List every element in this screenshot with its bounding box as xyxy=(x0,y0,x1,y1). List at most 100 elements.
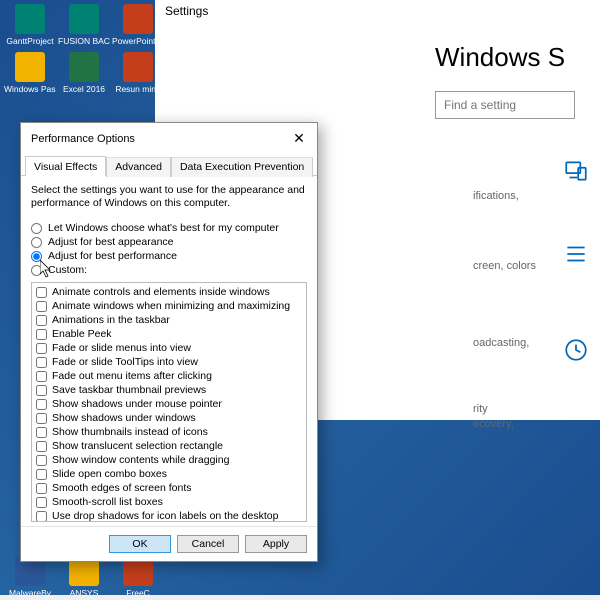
effect-checkbox[interactable] xyxy=(36,483,47,494)
settings-item-fragment: ifications, xyxy=(473,190,519,202)
desktop-icon-label: FreeC xyxy=(126,588,150,598)
effect-checkbox-row[interactable]: Smooth-scroll list boxes xyxy=(36,495,302,509)
effect-checkbox-row[interactable]: Show window contents while dragging xyxy=(36,453,302,467)
radio-input[interactable] xyxy=(31,265,42,276)
settings-window-title: Settings xyxy=(155,0,600,22)
dialog-close-button[interactable]: ✕ xyxy=(289,129,309,149)
effect-checkbox[interactable] xyxy=(36,455,47,466)
desktop-icon[interactable]: Excel 2016 xyxy=(58,50,110,96)
effect-checkbox-row[interactable]: Fade or slide menus into view xyxy=(36,341,302,355)
radio-option[interactable]: Adjust for best appearance xyxy=(31,236,307,248)
effect-checkbox-row[interactable]: Show shadows under mouse pointer xyxy=(36,397,302,411)
desktop-icon-label: ANSYS xyxy=(70,588,99,598)
effect-label: Fade out menu items after clicking xyxy=(52,369,212,383)
radio-option[interactable]: Adjust for best performance xyxy=(31,250,307,262)
effect-checkbox[interactable] xyxy=(36,413,47,424)
effect-checkbox-row[interactable]: Save taskbar thumbnail previews xyxy=(36,383,302,397)
effect-label: Smooth edges of screen fonts xyxy=(52,481,192,495)
effect-checkbox[interactable] xyxy=(36,469,47,480)
desktop-icons-top: GanttProjectFUSION BACKUPSPowerPoint 201… xyxy=(0,0,160,98)
effect-checkbox[interactable] xyxy=(36,441,47,452)
desktop-icon-label: FUSION BACKUPS xyxy=(58,36,110,46)
effect-checkbox-row[interactable]: Animate windows when minimizing and maxi… xyxy=(36,299,302,313)
radio-input[interactable] xyxy=(31,237,42,248)
app-icon xyxy=(69,52,99,82)
settings-item-fragment: ecovery, xyxy=(473,418,514,430)
radio-label: Adjust for best appearance xyxy=(48,236,174,248)
effect-checkbox-row[interactable]: Use drop shadows for icon labels on the … xyxy=(36,509,302,522)
effect-checkbox[interactable] xyxy=(36,329,47,340)
app-icon xyxy=(15,52,45,82)
performance-options-dialog: Performance Options ✕ Visual EffectsAdva… xyxy=(20,122,318,562)
effect-checkbox[interactable] xyxy=(36,511,47,522)
tab-advanced[interactable]: Advanced xyxy=(106,157,171,177)
settings-heading: Windows S xyxy=(435,42,600,73)
effect-checkbox[interactable] xyxy=(36,301,47,312)
desktop-icon-label: Windows Password K... xyxy=(4,84,56,94)
tab-data-execution-prevention[interactable]: Data Execution Prevention xyxy=(171,157,313,177)
radio-input[interactable] xyxy=(31,223,42,234)
dialog-title: Performance Options xyxy=(31,133,135,145)
settings-item-fragment: creen, colors xyxy=(473,260,536,272)
effect-checkbox[interactable] xyxy=(36,371,47,382)
effect-label: Use drop shadows for icon labels on the … xyxy=(52,509,278,522)
ok-button[interactable]: OK xyxy=(109,535,171,553)
desktop-icon[interactable]: FUSION BACKUPS xyxy=(58,2,110,48)
effect-label: Show thumbnails instead of icons xyxy=(52,425,208,439)
effect-checkbox-row[interactable]: Slide open combo boxes xyxy=(36,467,302,481)
app-icon xyxy=(69,4,99,34)
radio-label: Let Windows choose what's best for my co… xyxy=(48,222,279,234)
effect-checkbox-row[interactable]: Animations in the taskbar xyxy=(36,313,302,327)
radio-group: Let Windows choose what's best for my co… xyxy=(31,220,307,278)
effect-label: Slide open combo boxes xyxy=(52,467,167,481)
apply-button[interactable]: Apply xyxy=(245,535,307,553)
effect-checkbox-row[interactable]: Enable Peek xyxy=(36,327,302,341)
settings-item-fragment: oadcasting, xyxy=(473,337,529,349)
radio-label: Custom: xyxy=(48,264,87,276)
effect-checkbox-row[interactable]: Show translucent selection rectangle xyxy=(36,439,302,453)
effect-checkbox[interactable] xyxy=(36,385,47,396)
effect-checkbox[interactable] xyxy=(36,315,47,326)
app-icon xyxy=(123,4,153,34)
effect-checkbox-row[interactable]: Animate controls and elements inside win… xyxy=(36,285,302,299)
effects-checklist[interactable]: Animate controls and elements inside win… xyxy=(31,282,307,522)
desktop-icon-label: MalwareBy xyxy=(9,588,51,598)
settings-category[interactable]: Devices Bluetooth, printers, mouse xyxy=(563,158,600,213)
effect-label: Save taskbar thumbnail previews xyxy=(52,383,206,397)
effect-checkbox[interactable] xyxy=(36,427,47,438)
effect-checkbox-row[interactable]: Smooth edges of screen fonts xyxy=(36,481,302,495)
cancel-button[interactable]: Cancel xyxy=(177,535,239,553)
dialog-tabs: Visual EffectsAdvancedData Execution Pre… xyxy=(21,155,317,176)
dialog-intro: Select the settings you want to use for … xyxy=(31,184,307,210)
effect-label: Show shadows under mouse pointer xyxy=(52,397,222,411)
tab-visual-effects[interactable]: Visual Effects xyxy=(25,156,106,176)
effect-checkbox-row[interactable]: Fade out menu items after clicking xyxy=(36,369,302,383)
apps-icon xyxy=(563,241,589,267)
radio-option[interactable]: Custom: xyxy=(31,264,307,276)
effect-checkbox-row[interactable]: Show shadows under windows xyxy=(36,411,302,425)
effect-checkbox[interactable] xyxy=(36,497,47,508)
effect-checkbox[interactable] xyxy=(36,343,47,354)
effect-label: Smooth-scroll list boxes xyxy=(52,495,163,509)
radio-input[interactable] xyxy=(31,251,42,262)
radio-option[interactable]: Let Windows choose what's best for my co… xyxy=(31,222,307,234)
settings-item-fragment: rity xyxy=(473,403,488,415)
settings-category[interactable]: Apps Uninstall, defaults, optional featu… xyxy=(563,241,600,309)
effect-label: Fade or slide ToolTips into view xyxy=(52,355,198,369)
effect-checkbox-row[interactable]: Fade or slide ToolTips into view xyxy=(36,355,302,369)
effect-label: Fade or slide menus into view xyxy=(52,341,191,355)
effect-label: Enable Peek xyxy=(52,327,112,341)
effect-checkbox[interactable] xyxy=(36,357,47,368)
app-icon xyxy=(15,4,45,34)
effect-checkbox[interactable] xyxy=(36,399,47,410)
settings-search-input[interactable] xyxy=(435,91,575,119)
effect-checkbox-row[interactable]: Show thumbnails instead of icons xyxy=(36,425,302,439)
settings-category[interactable]: Ease of Access Narrator, magnifier, high… xyxy=(563,337,600,437)
desktop-icon-label: GanttProject xyxy=(6,36,53,46)
effect-label: Show translucent selection rectangle xyxy=(52,439,223,453)
desktop-icon[interactable]: Windows Password K... xyxy=(4,50,56,96)
app-icon xyxy=(123,52,153,82)
desktop-icon[interactable]: GanttProject xyxy=(4,2,56,48)
effect-checkbox[interactable] xyxy=(36,287,47,298)
ease-icon xyxy=(563,337,589,363)
